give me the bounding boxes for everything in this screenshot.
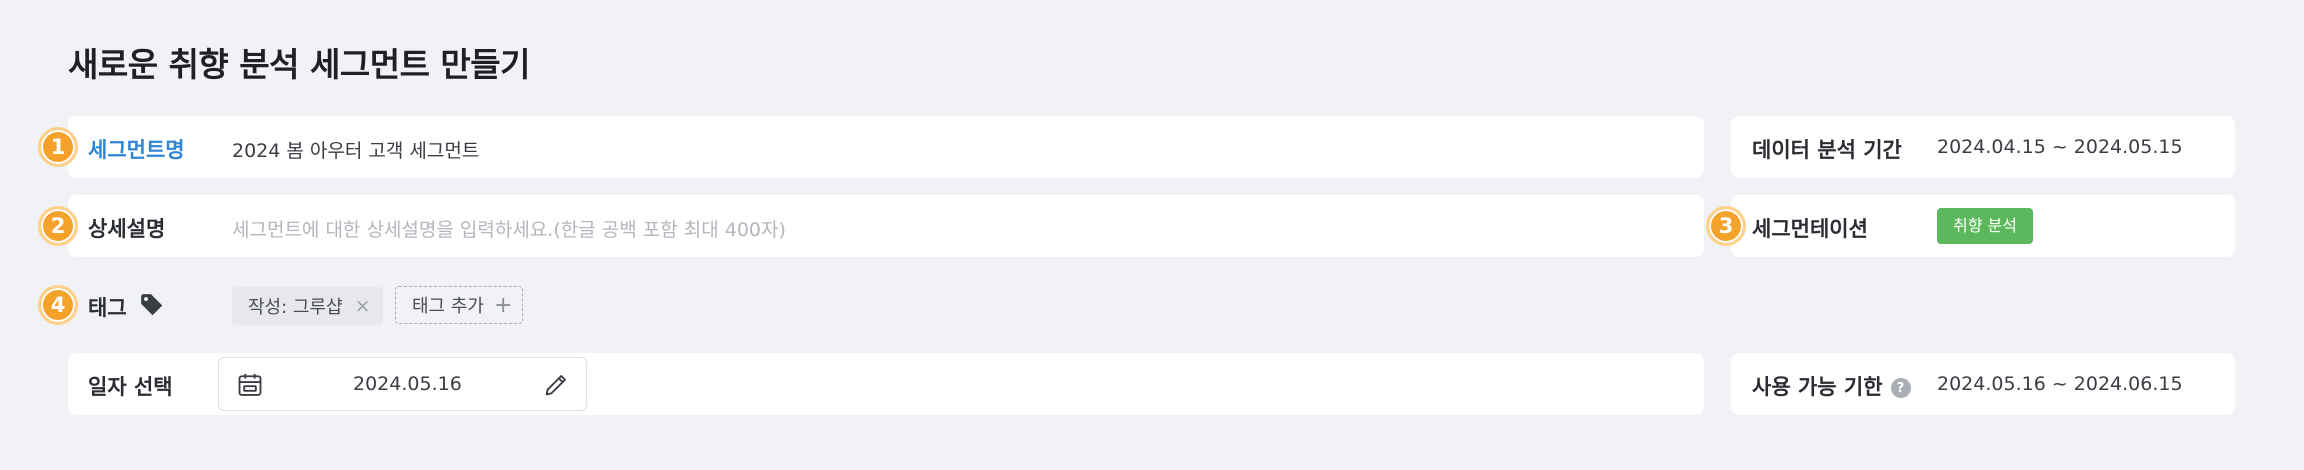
help-icon[interactable]: ? — [1890, 378, 1911, 398]
add-tag-label: 태그 추가 — [412, 296, 484, 317]
tag-remove-icon[interactable]: × — [355, 295, 371, 317]
plus-icon: + — [493, 292, 513, 318]
segmentation-label: 세그먼테이션 — [1752, 217, 1868, 241]
tag-chip-label: 작성: 그루샵 — [248, 297, 343, 318]
tag-chip: 작성: 그루샵 × — [232, 287, 383, 325]
description-label: 상세설명 — [88, 217, 166, 241]
segmentation-chip: 취향 분석 — [1937, 208, 2033, 244]
segment-name-input[interactable]: 2024 봄 아우터 고객 세그먼트 — [232, 136, 479, 163]
date-value: 2024.05.16 — [353, 373, 462, 395]
step-badge-2: 2 — [38, 206, 78, 246]
analysis-period-value: 2024.04.15 ~ 2024.05.15 — [1937, 136, 2183, 158]
analysis-period-label: 데이터 분석 기간 — [1752, 138, 1902, 162]
date-select-label: 일자 선택 — [88, 375, 173, 399]
tags-label: 태그 — [88, 296, 127, 320]
calendar-icon[interactable] — [236, 371, 264, 399]
add-tag-button[interactable]: 태그 추가 + — [395, 286, 524, 324]
available-period-label: 사용 가능 기한? — [1752, 371, 1911, 401]
segment-name-label: 세그먼트명 — [88, 138, 185, 162]
step-badge-3: 3 — [1706, 206, 1746, 246]
available-period-value: 2024.05.16 ~ 2024.06.15 — [1937, 373, 2183, 395]
pencil-icon[interactable] — [542, 371, 570, 399]
step-badge-4: 4 — [38, 285, 78, 325]
available-period-label-text: 사용 가능 기한 — [1752, 375, 1883, 399]
step-badge-1: 1 — [38, 127, 78, 167]
description-input[interactable]: 세그먼트에 대한 상세설명을 입력하세요.(한글 공백 포함 최대 400자) — [232, 215, 786, 242]
tag-icon — [139, 292, 165, 318]
date-picker[interactable]: 2024.05.16 — [218, 357, 587, 411]
page-title: 새로운 취향 분석 세그먼트 만들기 — [68, 45, 531, 84]
